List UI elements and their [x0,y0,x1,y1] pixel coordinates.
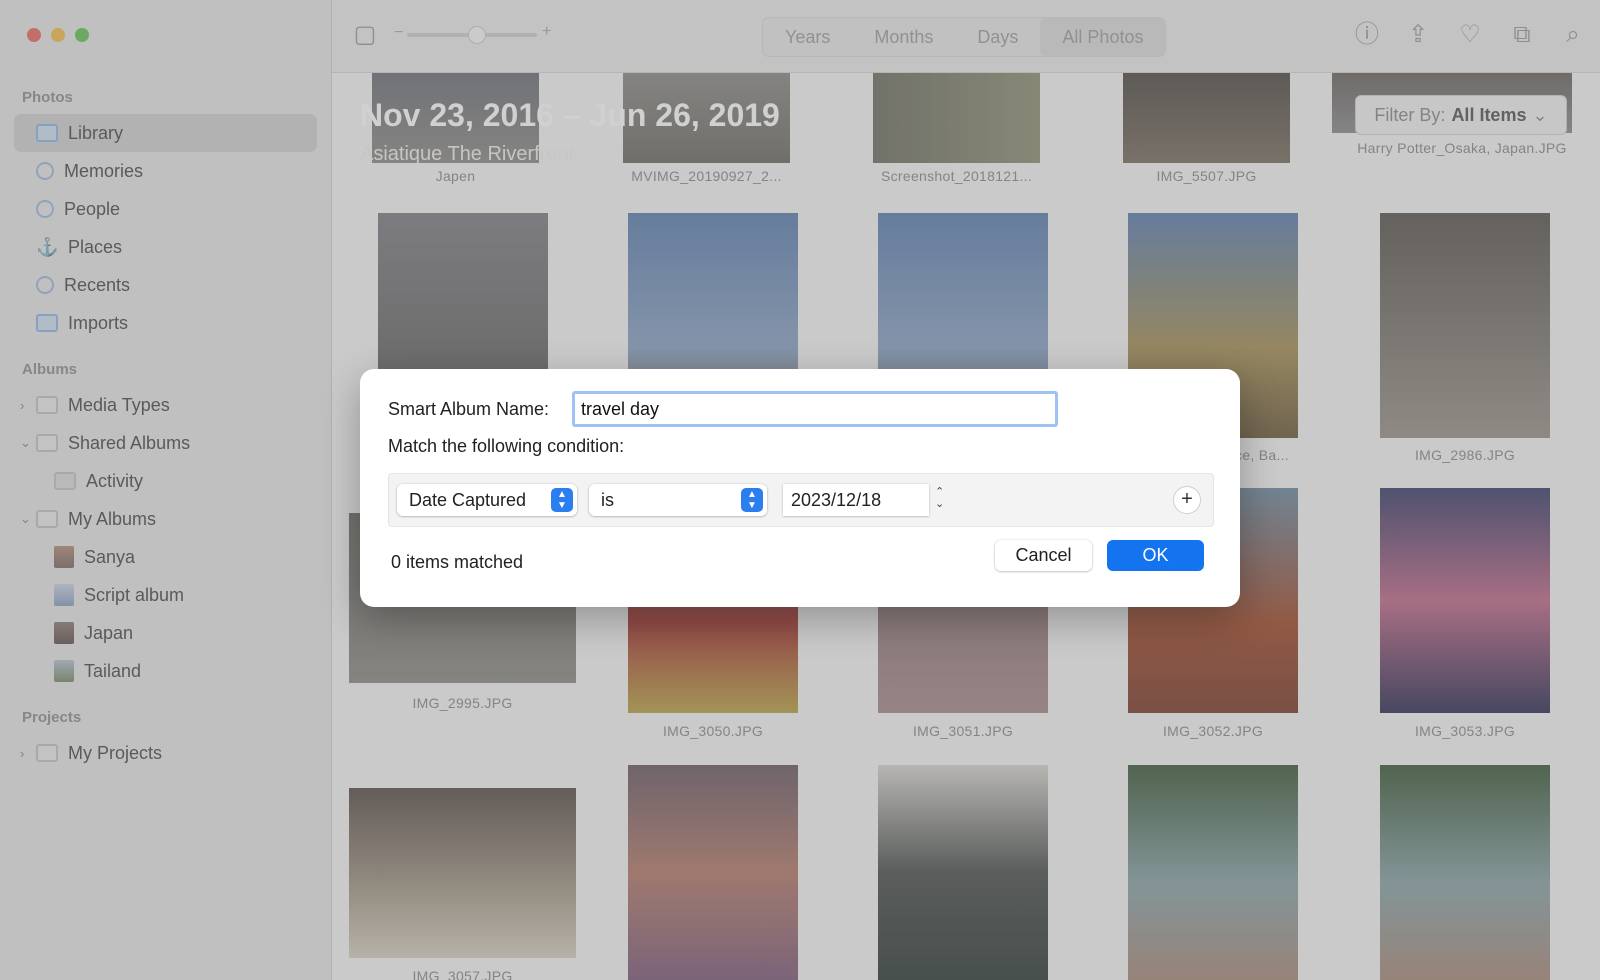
popup-arrows-icon: ▲ ▼ [741,488,763,512]
chevron-down-icon[interactable]: ⌄ [935,498,944,510]
items-matched-text: 0 items matched [391,552,524,572]
date-stepper[interactable]: ⌃ ⌄ [935,486,944,510]
match-condition-label: Match the following condition: [388,436,625,456]
popup-value: Date Captured [409,489,527,510]
condition-field-popup[interactable]: Date Captured ▲ ▼ [397,484,577,516]
condition-operator-popup[interactable]: is ▲ ▼ [589,484,767,516]
popup-arrows-icon: ▲ ▼ [551,488,573,512]
date-value: 2023/12/18 [791,489,882,510]
ok-button[interactable]: OK [1107,540,1204,571]
smart-album-name-label: Smart Album Name: [388,399,550,419]
add-condition-button[interactable]: + [1173,486,1201,514]
smart-album-dialog: Smart Album Name: Match the following co… [360,369,1240,607]
cancel-button[interactable]: Cancel [995,540,1092,571]
photos-window: Photos Library Memories People ⚓ Places … [0,0,1600,980]
popup-value: is [601,489,614,510]
condition-row: Date Captured ▲ ▼ is ▲ ▼ 2023/12/18 ⌃ ⌄ + [388,473,1214,527]
chevron-up-icon[interactable]: ⌃ [935,486,944,498]
condition-date-field[interactable]: 2023/12/18 [783,484,929,516]
smart-album-name-input[interactable] [572,391,1058,427]
